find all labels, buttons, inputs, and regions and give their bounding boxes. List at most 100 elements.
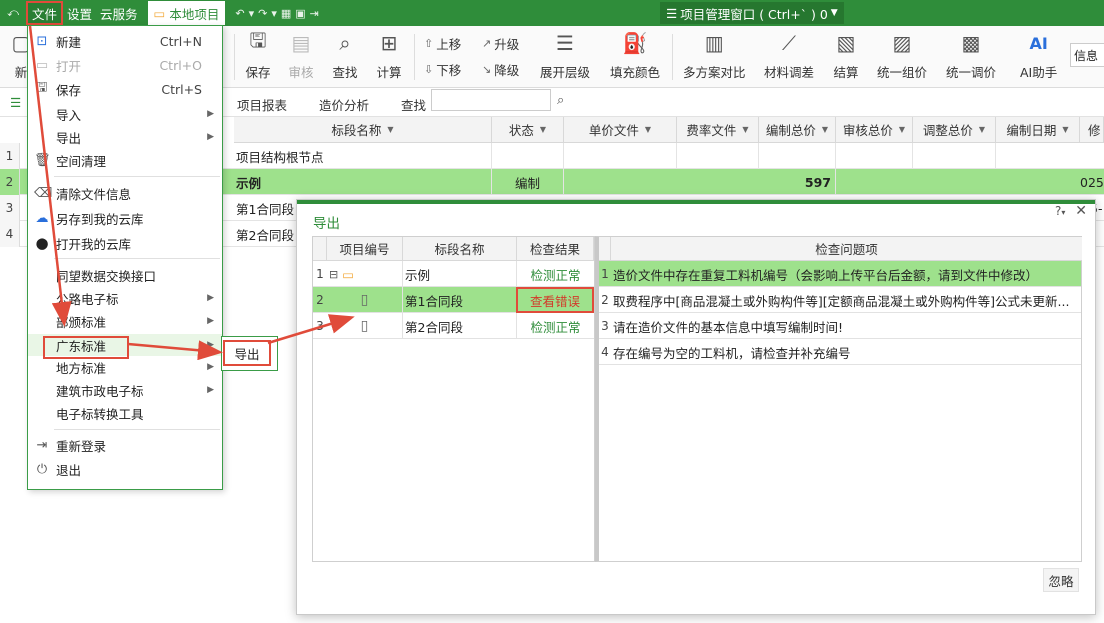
review-button[interactable]: ▤ 审核 — [288, 30, 314, 81]
arrow-up-icon: ⇧ — [424, 37, 434, 50]
menu-item-open-cloud[interactable]: ● 打开我的云库 — [28, 232, 222, 254]
folder-icon: ▭ — [153, 5, 166, 21]
file-dropdown-menu: ⊡ 新建 Ctrl+N ▭ 打开 Ctrl+O 🖫 保存 Ctrl+S 导入 ▶ 导出 ▶… — [27, 25, 223, 490]
view-error-link[interactable]: 查看错误 — [516, 287, 594, 313]
review-icon: ▤ — [291, 31, 311, 55]
menu-item-clear-file-info[interactable]: ⌫ 清除文件信息 — [28, 182, 222, 204]
project-window-label: 项目管理窗口 ( Ctrl+` ) 0 — [680, 6, 828, 22]
app-logo-icon: ⤺ — [7, 6, 19, 19]
unify-price-group-button[interactable]: ▨ 统一组价 — [877, 30, 927, 81]
menu-item-open[interactable]: ▭ 打开 Ctrl+O — [28, 54, 222, 76]
power-icon: ⏻ — [36, 461, 48, 477]
quick-access-toolbar[interactable]: ↶▾↷▾▦▣⇥ — [231, 0, 326, 26]
chevron-right-icon: ▶ — [207, 132, 214, 142]
clear-info-icon: ⌫ — [34, 185, 53, 201]
submenu-item-export[interactable]: 导出 — [223, 340, 271, 366]
fill-color-button[interactable]: ⛽ 填充颜色 — [610, 30, 660, 81]
header-segment-name[interactable]: 标段名称 ▼ — [234, 117, 492, 143]
compare-icon: ▥ — [704, 31, 724, 55]
cloud-menu[interactable]: 云服务 — [96, 0, 142, 26]
downgrade-button[interactable]: ↘ 降级 — [482, 60, 519, 79]
list-item[interactable]: 3 请在造价文件的基本信息中填写编制时间! — [599, 313, 1081, 339]
title-bar: ⤺ 文件 设置 云服务 ▭ 本地项目 ↶▾↷▾▦▣⇥ ☰ 项目管理窗口 ( Ct… — [0, 0, 1104, 26]
menu-item-import[interactable]: 导入 ▶ — [28, 103, 222, 125]
header-issues: 检查问题项 — [611, 237, 1082, 261]
project-window-button[interactable]: ☰ 项目管理窗口 ( Ctrl+` ) 0 ▼ — [660, 2, 844, 24]
header-compiled-total[interactable]: 编制总价 ▼ — [759, 117, 836, 143]
cloud-icon: ● — [35, 234, 49, 252]
settings-menu[interactable]: 设置 — [63, 0, 96, 26]
menu-item-export[interactable]: 导出 ▶ — [28, 126, 222, 148]
open-icon: ▭ — [35, 57, 49, 73]
project-report-tab[interactable]: 项目报表 — [237, 95, 287, 114]
menu-item-local-standard[interactable]: 地方标准 ▶ — [28, 356, 222, 378]
table-row[interactable]: 3 ▯ 第2合同段 检测正常 — [313, 313, 594, 339]
material-adjust-button[interactable]: ⟋ 材料调差 — [764, 30, 814, 81]
cost-analysis-tab[interactable]: 造价分析 — [319, 95, 369, 114]
find-button[interactable]: ⌕ 查找 — [332, 30, 358, 81]
search-input[interactable] — [431, 89, 551, 111]
settle-button[interactable]: ▧ 结算 — [833, 30, 859, 81]
upgrade-button[interactable]: ↗ 升级 — [482, 34, 519, 53]
move-up-button[interactable]: ⇧ 上移 — [424, 34, 461, 53]
header-modify[interactable]: 修 — [1080, 117, 1104, 143]
menu-item-space-cleanup[interactable]: 🗑 空间清理 — [28, 149, 222, 171]
file-icon: ▯ — [360, 318, 369, 334]
header-status[interactable]: 状态 ▼ — [492, 117, 564, 143]
menu-item-new[interactable]: ⊡ 新建 Ctrl+N — [28, 30, 222, 52]
multi-compare-button[interactable]: ▥ 多方案对比 — [683, 30, 746, 81]
list-view-icon[interactable]: ☰ — [10, 95, 21, 110]
move-down-button[interactable]: ⇩ 下移 — [424, 60, 461, 79]
list-item[interactable]: 2 取费程序中[商品混凝土或外购构件等][定额商品混凝土或外购构件等]公式未更新… — [599, 287, 1081, 313]
menu-item-etender-converter[interactable]: 电子标转换工具 — [28, 402, 222, 424]
header-rate-file[interactable]: 费率文件 ▼ — [677, 117, 759, 143]
chevron-right-icon: ▶ — [207, 109, 214, 119]
menu-item-save-to-cloud[interactable]: ☁ 另存到我的云库 — [28, 207, 222, 229]
info-box[interactable]: 信息 — [1070, 43, 1104, 67]
search-label: 查找 — [401, 98, 427, 113]
search-icon[interactable]: ⌕ — [557, 93, 564, 108]
chevron-right-icon: ▶ — [207, 385, 214, 395]
chevron-down-icon[interactable]: ▾ — [1061, 208, 1065, 217]
menu-item-relogin[interactable]: ⇥ 重新登录 — [28, 434, 222, 456]
export-dialog: 导出 ?▾ ✕ 项目编号 标段名称 检查结果 1 ⊟ ▭ 示例 检测正常 2 ▯… — [296, 199, 1096, 615]
unify-adjust-button[interactable]: ▩ 统一调价 — [946, 30, 996, 81]
dialog-title: 导出 — [313, 216, 340, 232]
save-ribbon-button[interactable]: 🖫 保存 — [245, 28, 271, 81]
calculate-button[interactable]: ⊞ 计算 — [376, 30, 402, 81]
header-project-code: 项目编号 — [327, 237, 403, 261]
ai-assistant-button[interactable]: AI AI助手 — [1020, 30, 1057, 81]
local-project-label: 本地项目 — [169, 6, 220, 22]
header-compile-date[interactable]: 编制日期 ▼ — [996, 117, 1080, 143]
header-check-result: 检查结果 — [517, 237, 594, 261]
list-item[interactable]: 4 存在编号为空的工料机，请检查并补充编号 — [599, 339, 1081, 365]
adjust-price-icon: ▩ — [961, 31, 981, 55]
table-row[interactable]: 1 ⊟ ▭ 示例 检测正常 — [313, 261, 594, 287]
login-icon: ⇥ — [36, 437, 48, 453]
menu-item-data-exchange[interactable]: 同望数据交换接口 — [28, 264, 222, 286]
save-icon: 🖫 — [249, 28, 267, 52]
expand-level-button[interactable]: ☰ 展开层级 — [540, 30, 590, 81]
header-adjusted-total[interactable]: 调整总价 ▼ — [913, 117, 996, 143]
menu-item-ministry-standard[interactable]: 部颁标准 ▶ — [28, 310, 222, 332]
upgrade-icon: ↗ — [482, 37, 492, 50]
header-review-total[interactable]: 审核总价 ▼ — [836, 117, 913, 143]
trash-icon: 🗑 — [34, 152, 51, 168]
menu-item-highway-etender[interactable]: 公路电子标 ▶ — [28, 287, 222, 309]
menu-item-save[interactable]: 🖫 保存 Ctrl+S — [28, 78, 222, 100]
menu-item-municipal-etender[interactable]: 建筑市政电子标 ▶ — [28, 379, 222, 401]
close-icon[interactable]: ✕ — [1075, 203, 1087, 219]
chevron-right-icon: ▶ — [207, 340, 214, 350]
list-icon: ☰ — [666, 5, 678, 21]
table-row[interactable]: 2 ▯ 第1合同段 查看错误 — [313, 287, 594, 313]
new-icon: ⊡ — [36, 33, 48, 49]
menu-item-exit[interactable]: ⏻ 退出 — [28, 458, 222, 480]
cloud-save-icon: ☁ — [35, 210, 49, 226]
paint-bucket-icon: ⛽ — [622, 31, 648, 55]
file-menu[interactable]: 文件 — [26, 1, 64, 25]
list-item[interactable]: 1 造价文件中存在重复工料机编号（会影响上传平台后金额，请到文件中修改） — [599, 261, 1081, 287]
header-unit-price-file[interactable]: 单价文件 ▼ — [564, 117, 677, 143]
local-project-tab[interactable]: ▭ 本地项目 — [147, 1, 226, 25]
ignore-button[interactable]: 忽略 — [1043, 568, 1079, 592]
chevron-right-icon: ▶ — [207, 362, 214, 372]
